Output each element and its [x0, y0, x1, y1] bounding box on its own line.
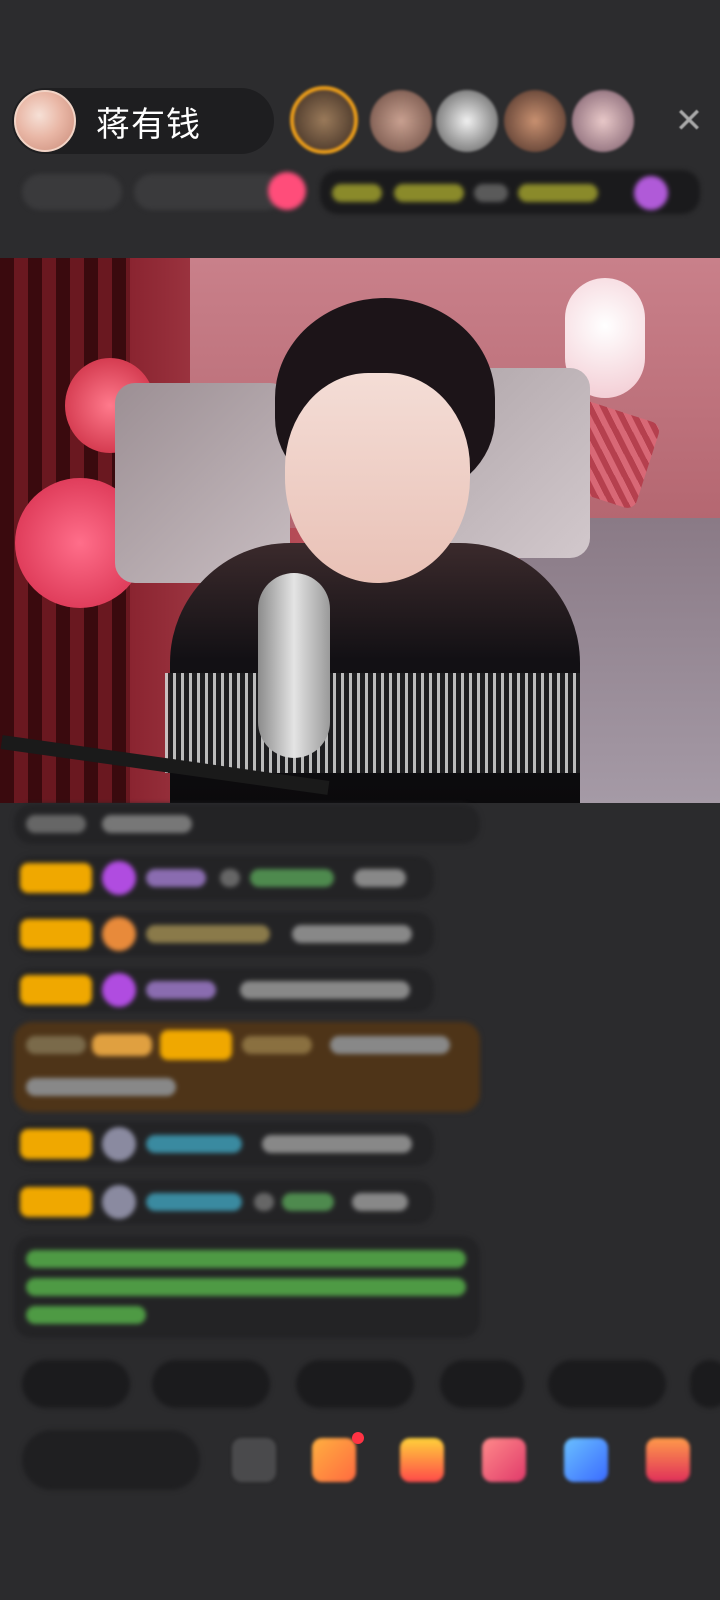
comment	[14, 804, 480, 844]
task-text	[518, 184, 598, 202]
room-badges-row	[22, 170, 700, 216]
host-avatar[interactable]	[14, 90, 76, 152]
live-video[interactable]	[0, 258, 720, 803]
gift-icon[interactable]	[564, 1438, 608, 1482]
task-text	[474, 184, 508, 202]
microphone	[258, 573, 330, 758]
dress-fringe	[165, 673, 580, 773]
gift-icon[interactable]	[312, 1438, 356, 1482]
quick-action-chip[interactable]	[548, 1360, 666, 1408]
gift-icon[interactable]	[482, 1438, 526, 1482]
fans-chip[interactable]	[134, 174, 284, 210]
comment	[14, 912, 434, 956]
chat-input[interactable]	[22, 1430, 200, 1490]
host-info-pill[interactable]: 蒋有钱	[12, 88, 274, 154]
viewer-avatar[interactable]	[370, 90, 432, 152]
bottom-bar	[0, 1420, 720, 1500]
viewer-avatar[interactable]	[504, 90, 566, 152]
highlight-comment	[14, 1022, 480, 1112]
pink-gift-icon[interactable]	[268, 172, 306, 210]
comment	[14, 1180, 434, 1224]
host-name: 蒋有钱	[96, 104, 201, 145]
comment	[14, 856, 434, 900]
purple-gift-icon[interactable]	[634, 176, 668, 210]
viewer-avatar[interactable]	[572, 90, 634, 152]
quick-action-chip[interactable]	[440, 1360, 524, 1408]
system-notice	[14, 1236, 480, 1338]
task-text	[394, 184, 464, 202]
quick-action-chip[interactable]	[296, 1360, 414, 1408]
close-icon[interactable]: ✕	[672, 104, 706, 138]
quick-action-row	[22, 1360, 720, 1410]
quick-action-chip[interactable]	[690, 1360, 720, 1408]
top-header: 蒋有钱 ✕	[0, 0, 720, 260]
gift-icon[interactable]	[646, 1438, 690, 1482]
quick-action-chip[interactable]	[22, 1360, 130, 1408]
task-text	[332, 184, 382, 202]
comment	[14, 1122, 434, 1166]
top-viewers-list[interactable]	[290, 86, 710, 158]
hour-rank-chip[interactable]	[22, 174, 122, 210]
gift-icon[interactable]	[400, 1438, 444, 1482]
viewer-avatar[interactable]	[436, 90, 498, 152]
more-icon[interactable]	[232, 1438, 276, 1482]
notification-dot	[352, 1432, 364, 1444]
viewer-avatar[interactable]	[290, 86, 358, 154]
quick-action-chip[interactable]	[152, 1360, 270, 1408]
comment	[14, 968, 434, 1012]
streamer-face	[285, 373, 470, 583]
